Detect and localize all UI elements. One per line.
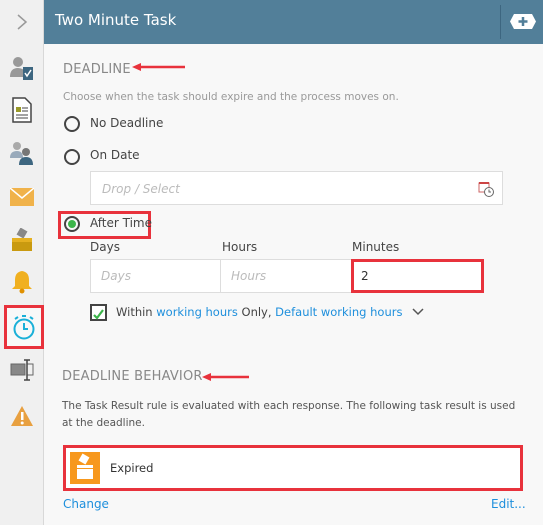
header: Two Minute Task [44, 0, 543, 44]
working-hours-checkbox[interactable] [90, 304, 107, 321]
minutes-value: 2 [361, 269, 369, 283]
date-placeholder: Drop / Select [102, 182, 180, 196]
hours-label: Hours [222, 240, 258, 254]
deadline-heading: DEADLINE [63, 62, 131, 77]
plus-tag-icon[interactable] [509, 13, 537, 30]
behavior-description: The Task Result rule is evaluated with e… [62, 400, 516, 429]
minutes-label: Minutes [352, 240, 400, 254]
task-result-icon[interactable] [4, 222, 40, 258]
task-result-icon [70, 452, 100, 484]
deadline-description: Choose when the task should expire and t… [63, 91, 399, 103]
user-task-icon[interactable] [4, 50, 40, 86]
arrow-annotation [132, 63, 185, 71]
text-field-icon[interactable] [4, 352, 40, 388]
working-hours-text: Within working hours Only, Default worki… [116, 305, 402, 319]
header-divider [500, 5, 501, 39]
form-icon[interactable] [4, 92, 40, 128]
hours-placeholder: Hours [231, 269, 267, 283]
label-no-deadline: No Deadline [90, 116, 164, 130]
date-input[interactable]: Drop / Select [90, 171, 503, 205]
sidebar [0, 0, 44, 525]
participants-icon[interactable] [4, 135, 40, 171]
stopwatch-icon[interactable] [4, 305, 44, 349]
radio-on-date[interactable] [64, 149, 80, 165]
warning-icon[interactable] [4, 398, 40, 434]
only-text: Only, [237, 305, 276, 319]
deadline-behavior-heading: DEADLINE BEHAVIOR [62, 369, 203, 384]
edit-link[interactable]: Edit... [491, 497, 526, 511]
task-result-box[interactable]: Expired [63, 445, 523, 491]
default-working-hours-link[interactable]: Default working hours [275, 305, 402, 319]
expand-chevron-icon[interactable] [4, 4, 40, 40]
chevron-down-icon[interactable] [412, 308, 424, 316]
radio-no-deadline[interactable] [64, 116, 80, 132]
days-label: Days [90, 240, 120, 254]
working-hours-link[interactable]: working hours [156, 305, 238, 319]
label-after-time: After Time [90, 216, 152, 230]
minutes-input[interactable]: 2 [351, 259, 484, 293]
change-link[interactable]: Change [63, 497, 109, 511]
radio-after-time[interactable] [64, 216, 80, 232]
email-icon[interactable] [4, 179, 40, 215]
days-placeholder: Days [101, 269, 131, 283]
within-text: Within [116, 305, 157, 319]
label-on-date: On Date [90, 148, 140, 162]
task-result-name: Expired [110, 461, 154, 475]
calendar-clock-icon[interactable] [478, 181, 494, 197]
arrow-annotation [202, 373, 249, 381]
days-input[interactable]: Days [90, 259, 221, 293]
page-title: Two Minute Task [55, 11, 177, 29]
bell-icon[interactable] [4, 264, 40, 300]
hours-input[interactable]: Hours [220, 259, 352, 293]
